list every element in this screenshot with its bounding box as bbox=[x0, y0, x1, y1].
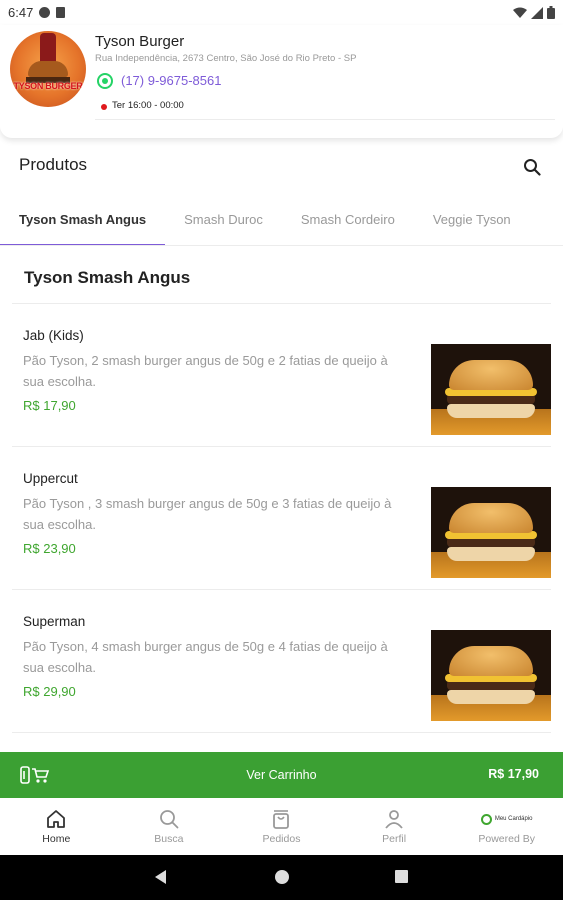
sync-icon bbox=[39, 7, 51, 18]
cart-total: R$ 17,90 bbox=[488, 767, 539, 781]
store-hours: Ter 16:00 - 00:00 bbox=[112, 100, 184, 111]
nav-home-label: Home bbox=[42, 833, 71, 845]
product-description: Pão Tyson, 2 smash burger angus de 50g e… bbox=[23, 353, 388, 389]
product-description: Pão Tyson , 3 smash burger angus de 50g … bbox=[23, 496, 392, 532]
back-icon[interactable] bbox=[155, 870, 166, 884]
user-icon bbox=[385, 810, 403, 829]
product-item[interactable]: Uppercut Pão Tyson , 3 smash burger angu… bbox=[12, 447, 551, 590]
product-item[interactable]: Jab (Kids) Pão Tyson, 2 smash burger ang… bbox=[12, 304, 551, 447]
product-price: R$ 29,90 bbox=[23, 684, 76, 699]
category-tabs: Tyson Smash Angus Smash Duroc Smash Cord… bbox=[0, 205, 563, 246]
search-icon bbox=[159, 810, 179, 829]
sd-card-icon bbox=[56, 7, 66, 18]
whatsapp-icon[interactable] bbox=[97, 73, 113, 89]
product-price: R$ 17,90 bbox=[23, 398, 76, 413]
store-name: Tyson Burger bbox=[95, 33, 185, 50]
bottom-navigation: Home Busca Pedidos Perfil Meu Cardápio P… bbox=[0, 798, 563, 855]
store-address: Rua Independência, 2673 Centro, São José… bbox=[95, 53, 357, 64]
view-cart-button[interactable]: Ver Carrinho R$ 17,90 bbox=[0, 752, 563, 798]
status-time: 6:47 bbox=[8, 5, 34, 20]
products-section-title: Produtos bbox=[19, 155, 88, 174]
cart-icon bbox=[20, 766, 50, 784]
nav-powered-by[interactable]: Meu Cardápio Powered By bbox=[450, 798, 563, 855]
store-header-card: TYSON BURGER Tyson Burger Rua Independên… bbox=[0, 25, 563, 138]
product-image bbox=[431, 344, 551, 435]
nav-search-label: Busca bbox=[154, 833, 184, 845]
product-image bbox=[431, 487, 551, 578]
product-description: Pão Tyson, 4 smash burger angus de 50g e… bbox=[23, 639, 388, 675]
tab-tyson-smash-angus[interactable]: Tyson Smash Angus bbox=[0, 205, 166, 245]
category-title: Tyson Smash Angus bbox=[24, 268, 191, 287]
battery-icon bbox=[547, 6, 555, 19]
meu-cardapio-logo: Meu Cardápio bbox=[480, 808, 533, 830]
system-navigation-bar bbox=[0, 855, 563, 900]
product-name: Jab (Kids) bbox=[23, 328, 84, 343]
tab-smash-cordeiro[interactable]: Smash Cordeiro bbox=[282, 205, 414, 245]
nav-orders[interactable]: Pedidos bbox=[225, 798, 338, 855]
open-status-dot bbox=[101, 104, 107, 110]
product-price: R$ 23,90 bbox=[23, 541, 76, 556]
nav-home[interactable]: Home bbox=[0, 798, 113, 855]
nav-profile[interactable]: Perfil bbox=[338, 798, 451, 855]
divider bbox=[95, 119, 555, 120]
home-button-icon[interactable] bbox=[275, 870, 289, 884]
product-name: Superman bbox=[23, 614, 86, 629]
nav-search[interactable]: Busca bbox=[113, 798, 226, 855]
tab-veggie-tyson[interactable]: Veggie Tyson bbox=[414, 205, 530, 245]
search-icon[interactable] bbox=[523, 158, 541, 176]
home-icon bbox=[47, 810, 66, 828]
shopping-bag-icon bbox=[273, 810, 290, 829]
store-logo: TYSON BURGER bbox=[10, 31, 86, 107]
product-name: Uppercut bbox=[23, 471, 78, 486]
status-bar: 6:47 bbox=[0, 0, 563, 25]
nav-profile-label: Perfil bbox=[382, 833, 407, 845]
wifi-icon bbox=[513, 7, 527, 18]
product-item[interactable]: Superman Pão Tyson, 4 smash burger angus… bbox=[12, 590, 551, 733]
product-image bbox=[431, 630, 551, 721]
signal-icon bbox=[531, 6, 543, 19]
nav-orders-label: Pedidos bbox=[262, 833, 301, 845]
nav-powered-label: Powered By bbox=[478, 833, 535, 845]
cart-label: Ver Carrinho bbox=[246, 768, 317, 782]
store-phone-link[interactable]: (17) 9-9675-8561 bbox=[121, 73, 221, 88]
recent-apps-icon[interactable] bbox=[395, 870, 408, 883]
tab-smash-duroc[interactable]: Smash Duroc bbox=[165, 205, 282, 245]
